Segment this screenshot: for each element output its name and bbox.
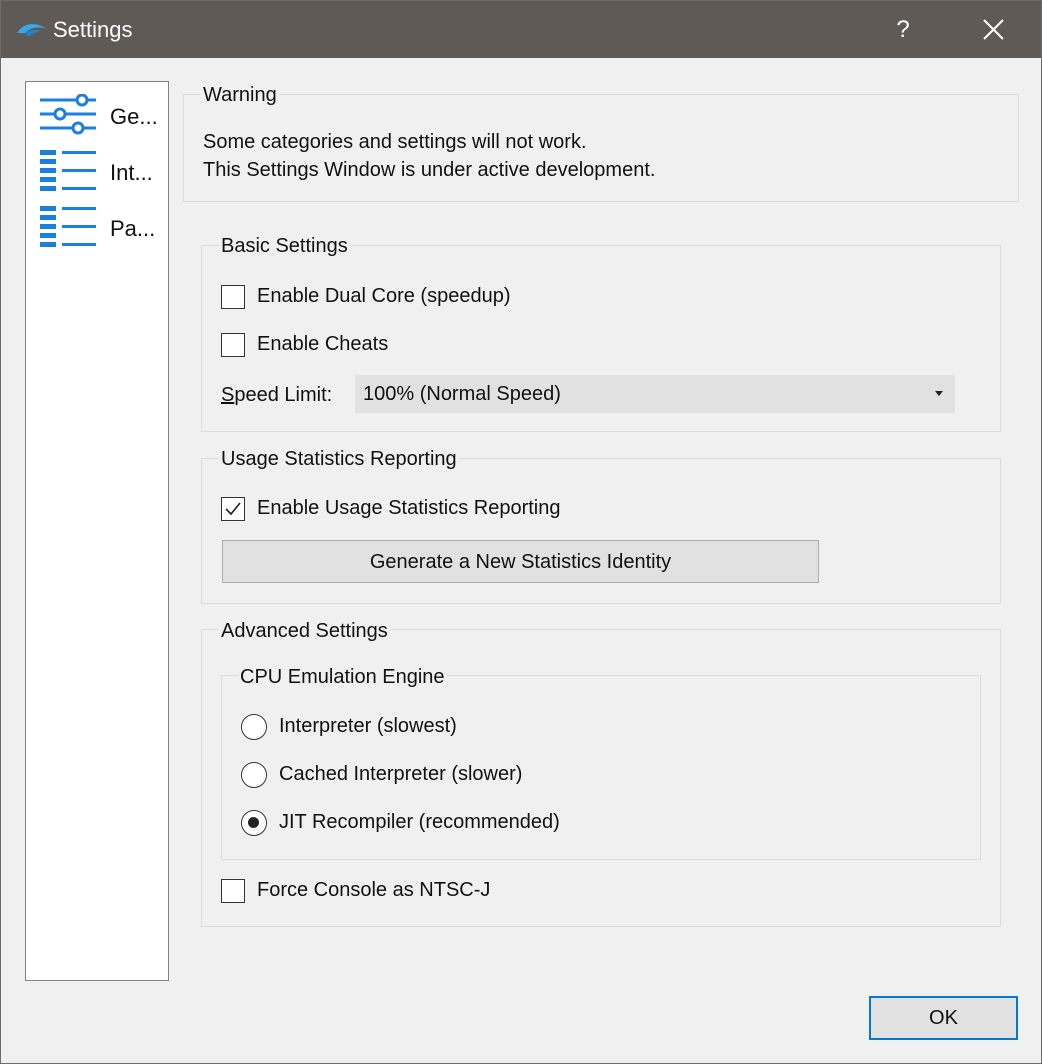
list-icon bbox=[40, 150, 96, 191]
speed-limit-select[interactable]: 100% (Normal Speed) bbox=[355, 375, 955, 413]
generate-statistics-identity-button[interactable]: Generate a New Statistics Identity bbox=[222, 540, 819, 583]
cheats-checkbox[interactable]: Enable Cheats bbox=[221, 331, 421, 361]
sidebar-item-label: Pa... bbox=[110, 216, 156, 241]
sidebar-item-label: Int... bbox=[110, 160, 153, 185]
radio-interpreter[interactable]: Interpreter (slowest) bbox=[241, 713, 501, 743]
cheats-label: Enable Cheats bbox=[257, 333, 389, 355]
radio-circle bbox=[241, 810, 267, 836]
dual-core-label: Enable Dual Core (speedup) bbox=[257, 285, 511, 307]
sidebar-item-label: Ge... bbox=[110, 104, 158, 129]
sliders-icon bbox=[40, 94, 96, 135]
cpu-emulation-title: CPU Emulation Engine bbox=[238, 666, 447, 689]
radio-jit-recompiler[interactable]: JIT Recompiler (recommended) bbox=[241, 809, 601, 839]
ntsc-j-label: Force Console as NTSC-J bbox=[257, 879, 491, 901]
list-icon bbox=[40, 206, 96, 247]
settings-window: Settings ? Ge... Int... Pa... Warning So… bbox=[0, 0, 1042, 1064]
title-bar[interactable]: Settings ? bbox=[1, 1, 1041, 58]
radio-interpreter-label: Interpreter (slowest) bbox=[279, 715, 457, 737]
checkmark-icon bbox=[225, 502, 241, 516]
speed-limit-label-rest: peed Limit: bbox=[234, 384, 333, 406]
sidebar-item-interface[interactable]: Int... bbox=[38, 150, 166, 194]
advanced-settings-title: Advanced Settings bbox=[219, 620, 390, 643]
close-button[interactable] bbox=[969, 9, 1017, 51]
category-sidebar: Ge... Int... Pa... bbox=[25, 81, 169, 981]
usage-statistics-label: Enable Usage Statistics Reporting bbox=[257, 497, 561, 519]
radio-selected-dot bbox=[248, 817, 259, 828]
checkbox-box bbox=[221, 333, 245, 357]
warning-title: Warning bbox=[201, 84, 279, 107]
basic-settings-title: Basic Settings bbox=[219, 235, 350, 258]
ok-button[interactable]: OK bbox=[869, 996, 1018, 1040]
close-icon bbox=[983, 19, 1004, 40]
checkbox-box bbox=[221, 285, 245, 309]
radio-jit-recompiler-label: JIT Recompiler (recommended) bbox=[279, 811, 560, 833]
radio-cached-interpreter[interactable]: Cached Interpreter (slower) bbox=[241, 761, 561, 791]
warning-line-1: Some categories and settings will not wo… bbox=[203, 131, 587, 153]
usage-statistics-title: Usage Statistics Reporting bbox=[219, 448, 459, 471]
speed-limit-value: 100% (Normal Speed) bbox=[363, 383, 561, 405]
help-button[interactable]: ? bbox=[881, 9, 925, 51]
checkbox-box bbox=[221, 497, 245, 521]
ntsc-j-checkbox[interactable]: Force Console as NTSC-J bbox=[221, 877, 521, 907]
warning-line-2: This Settings Window is under active dev… bbox=[203, 159, 656, 181]
dolphin-icon bbox=[17, 24, 47, 37]
window-title: Settings bbox=[53, 17, 133, 42]
sidebar-item-paths[interactable]: Pa... bbox=[38, 206, 166, 250]
usage-statistics-checkbox[interactable]: Enable Usage Statistics Reporting bbox=[221, 495, 601, 525]
checkbox-box bbox=[221, 879, 245, 903]
radio-circle bbox=[241, 762, 267, 788]
dual-core-checkbox[interactable]: Enable Dual Core (speedup) bbox=[221, 283, 541, 313]
chevron-down-icon bbox=[935, 391, 943, 396]
sidebar-item-general[interactable]: Ge... bbox=[38, 94, 166, 138]
speed-limit-mnemonic: S bbox=[221, 384, 235, 406]
radio-circle bbox=[241, 714, 267, 740]
radio-cached-interpreter-label: Cached Interpreter (slower) bbox=[279, 763, 523, 785]
speed-limit-label: Speed Limit: bbox=[221, 384, 332, 407]
